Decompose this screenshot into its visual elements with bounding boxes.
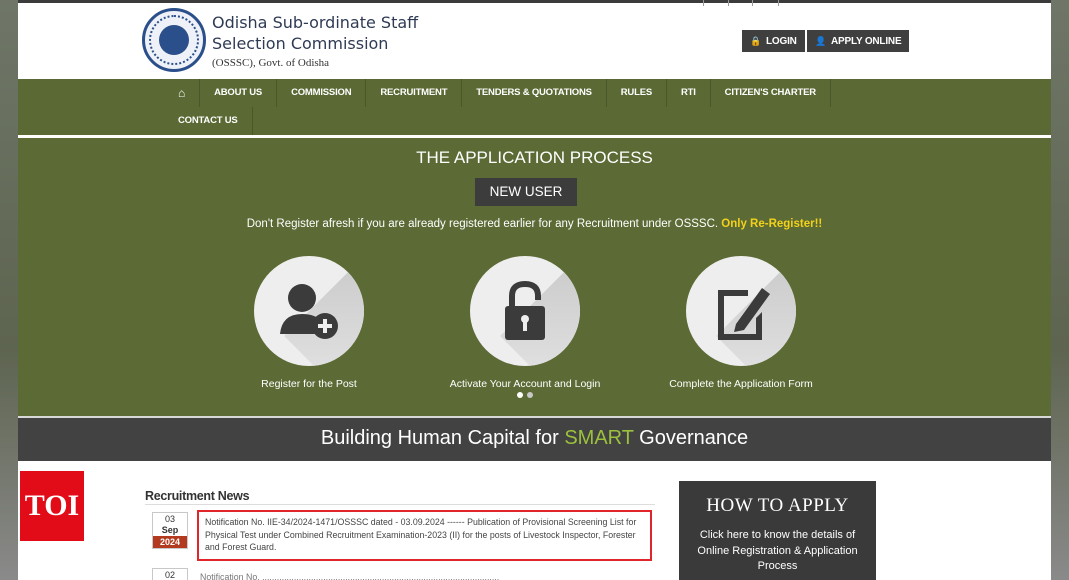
step-activate-label: Activate Your Account and Login <box>449 378 601 390</box>
edit-form-icon <box>718 288 770 340</box>
nav-rules[interactable]: RULES <box>607 79 667 107</box>
lock-icon: 🔒 <box>750 36 762 46</box>
step-complete-circle[interactable] <box>686 256 796 366</box>
nav-about-us[interactable]: ABOUT US <box>200 79 278 107</box>
lock-icon <box>505 280 545 340</box>
re-register-link[interactable]: Only Re-Register!! <box>721 218 822 230</box>
how-to-apply-title: HOW TO APPLY <box>706 495 849 516</box>
news-item-text[interactable]: Notification No. .......................… <box>200 572 650 580</box>
top-bar <box>18 0 1051 3</box>
how-to-apply-panel[interactable]: HOW TO APPLY Click here to know the deta… <box>679 481 876 580</box>
nav-contact-us[interactable]: CONTACT US <box>164 107 253 135</box>
new-user-button[interactable]: NEW USER <box>475 178 577 206</box>
user-plus-icon: 👤 <box>815 36 827 46</box>
nav-rti[interactable]: RTI <box>667 79 711 107</box>
org-name[interactable]: Odisha Sub-ordinate Staff Selection Comm… <box>212 12 452 54</box>
emblem-logo[interactable] <box>142 8 206 72</box>
news-date-badge: 03 Sep 2024 <box>152 512 188 549</box>
carousel-dot-1[interactable] <box>517 392 523 398</box>
nav-commission[interactable]: COMMISSION <box>277 79 367 107</box>
right-shade <box>1051 0 1069 580</box>
toi-badge: TOI <box>20 471 84 541</box>
step-register-circle[interactable] <box>254 256 364 366</box>
emblem-icon <box>159 25 189 55</box>
apply-online-button[interactable]: 👤 APPLY ONLINE <box>807 30 910 52</box>
main-nav: ⌂ ABOUT US COMMISSION RECRUITMENT TENDER… <box>18 79 1051 135</box>
carousel-dot-2[interactable] <box>527 392 533 398</box>
tagline-bar: Building Human Capital for SMART Governa… <box>18 418 1051 461</box>
left-shade <box>0 0 18 580</box>
register-notice: Don't Register afresh if you are already… <box>246 218 823 230</box>
carousel-dots <box>517 392 533 398</box>
news-item[interactable]: Notification No. IIE-34/2024-1471/OSSSC … <box>197 510 652 561</box>
nav-tenders[interactable]: TENDERS & QUOTATIONS <box>462 79 607 107</box>
step-activate-circle[interactable] <box>470 256 580 366</box>
org-subtitle: (OSSSC), Govt. of Odisha <box>212 57 330 69</box>
nav-recruitment[interactable]: RECRUITMENT <box>366 79 463 107</box>
nav-citizens-charter[interactable]: CITIZEN'S CHARTER <box>711 79 831 107</box>
recruitment-news-heading: Recruitment News <box>145 489 250 503</box>
step-complete-label: Complete the Application Form <box>669 378 813 390</box>
news-item-text: Notification No. IIE-34/2024-1471/OSSSC … <box>205 517 637 552</box>
tagline-text: Building Human Capital for SMART Governa… <box>320 427 749 449</box>
nav-home[interactable]: ⌂ <box>164 79 201 107</box>
add-user-icon <box>280 284 338 339</box>
login-button[interactable]: 🔒 LOGIN <box>742 30 805 52</box>
application-process-banner: THE APPLICATION PROCESS NEW USER Don't R… <box>18 138 1051 416</box>
news-date-badge: 02 <box>152 568 188 580</box>
hero-title: THE APPLICATION PROCESS <box>416 148 653 167</box>
home-icon: ⌂ <box>178 86 186 100</box>
step-register-label: Register for the Post <box>261 378 357 390</box>
how-to-apply-text: Click here to know the details of Online… <box>697 529 858 572</box>
